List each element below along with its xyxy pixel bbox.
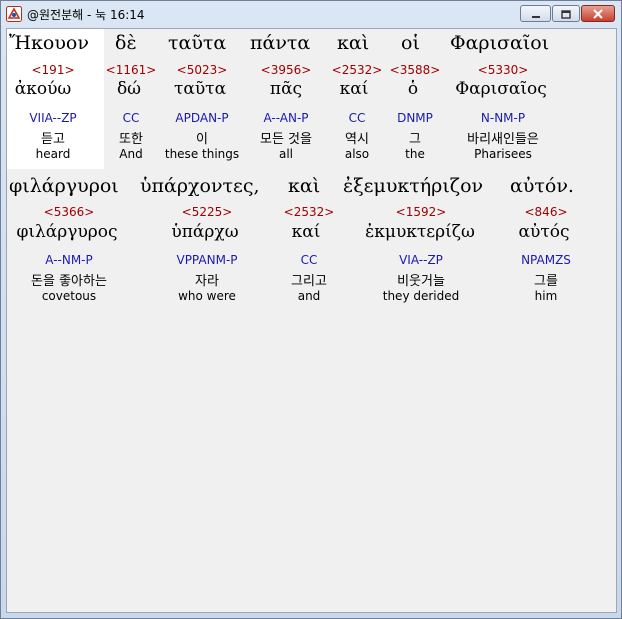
app-window: @원전분해 - 눅 16:14 Ἤκουον δὲ ταῦτα πάντα κα… [0,0,622,619]
greek-word[interactable]: καὶ [288,175,320,197]
lemma-word: ὁ [407,79,419,99]
strong-number[interactable]: <3956> [261,63,312,77]
lemma-word: ὑπάρχω [171,222,239,242]
lemma-word: ἀκούω [14,79,72,99]
greek-word[interactable]: ταῦτα [168,32,226,54]
lemma-word: Φαρισαῖος [455,79,547,99]
greek-word[interactable]: Φαρισαῖοι [450,32,549,54]
korean-gloss: 돈을 좋아하는 [31,274,107,289]
strong-number[interactable]: <5366> [44,205,95,219]
korean-gloss: 또한 [119,132,143,147]
minimize-icon [531,4,541,23]
morphology-code: CC [300,253,318,267]
korean-gloss: 자라 [195,274,219,289]
window-title: @원전분해 - 눅 16:14 [27,8,145,22]
korean-gloss: 그를 [534,274,558,289]
strong-number[interactable]: <1161> [106,63,157,77]
morphology-code: DNMP [397,111,433,125]
lemma-word: καί [291,222,321,242]
maximize-button[interactable] [552,5,580,22]
strong-number[interactable]: <2532> [332,63,383,77]
korean-gloss: 그리고 [291,274,327,289]
strong-number[interactable]: <5225> [182,205,233,219]
english-gloss: the [405,147,425,161]
english-gloss: Pharisees [474,147,532,161]
minimize-button[interactable] [520,5,551,22]
english-gloss: all [278,147,294,161]
morphology-code: VIIA--ZP [29,111,77,125]
strong-number[interactable]: <2532> [284,205,335,219]
korean-gloss: 그 [409,132,421,147]
app-logo-icon [6,6,22,22]
english-gloss: And [119,147,143,161]
lemma-word: καί [339,79,369,99]
lemma-word: φιλάργυρος [16,222,118,242]
close-icon [593,4,603,23]
morphology-code: CC [348,111,366,125]
korean-gloss: 역시 [345,132,369,147]
morphology-code: CC [122,111,140,125]
english-gloss: and [297,289,321,303]
verse-analysis-pane: Ἤκουον δὲ ταῦτα πάντα καὶ οἱ Φαρισαῖοι <… [6,28,617,613]
morphology-code: VIA--ZP [399,253,443,267]
title-bar[interactable]: @원전분해 - 눅 16:14 [1,1,621,27]
lemma-word: ταῦτα [173,79,227,99]
strong-number[interactable]: <3588> [390,63,441,77]
korean-gloss: 모든 것을 [260,132,312,147]
english-gloss: who were [178,289,236,303]
morphology-code: VPPANM-P [176,253,238,267]
greek-word[interactable]: αὐτόν. [510,175,574,197]
morphology-code: A--AN-P [263,111,309,125]
greek-word[interactable]: πάντα [250,32,310,54]
strong-number[interactable]: <1592> [396,205,447,219]
close-button[interactable] [581,5,615,22]
english-gloss: also [344,147,370,161]
korean-gloss: 이 [196,132,208,147]
strong-number[interactable]: <846> [524,205,567,219]
english-gloss: they derided [382,289,460,303]
english-gloss: covetous [41,289,97,303]
greek-word[interactable]: οἱ [401,32,420,54]
greek-word[interactable]: φιλάργυροι [9,175,119,197]
strong-number[interactable]: <5330> [478,63,529,77]
greek-word[interactable]: δὲ [115,32,137,54]
korean-gloss: 비웃거늘 [397,274,445,289]
strong-number[interactable]: <5023> [177,63,228,77]
greek-word[interactable]: καὶ [337,32,369,54]
greek-word[interactable]: Ἤκουον [9,32,89,54]
lemma-word: αὐτός [518,222,570,242]
morphology-code: A--NM-P [45,253,93,267]
greek-word[interactable]: ὑπάρχοντες, [140,175,260,197]
morphology-code: N-NM-P [480,111,526,125]
strong-number[interactable]: <191> [31,63,74,77]
english-gloss: him [534,289,558,303]
korean-gloss: 바리새인들은 [467,132,539,147]
maximize-icon [561,4,571,23]
lemma-word: πᾶς [269,79,303,99]
english-gloss: heard [35,147,71,161]
morphology-code: APDAN-P [175,111,229,125]
lemma-word: δώ [116,79,142,99]
lemma-word: ἐκμυκτερίζω [365,222,475,242]
english-gloss: these things [164,147,240,161]
greek-word[interactable]: ἐξεμυκτήριζον [343,175,483,197]
morphology-code: NPAMZS [521,253,571,267]
korean-gloss: 듣고 [41,132,65,147]
